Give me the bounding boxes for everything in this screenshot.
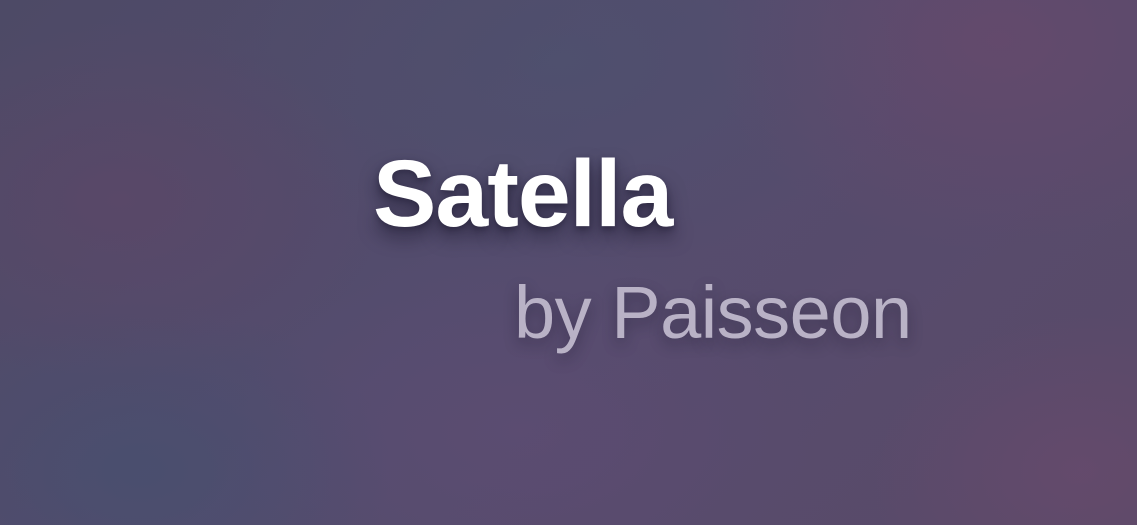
splash-screen: Satella by Paisseon bbox=[0, 0, 1137, 525]
author-byline: by Paisseon bbox=[514, 271, 912, 354]
app-title: Satella bbox=[373, 141, 673, 247]
